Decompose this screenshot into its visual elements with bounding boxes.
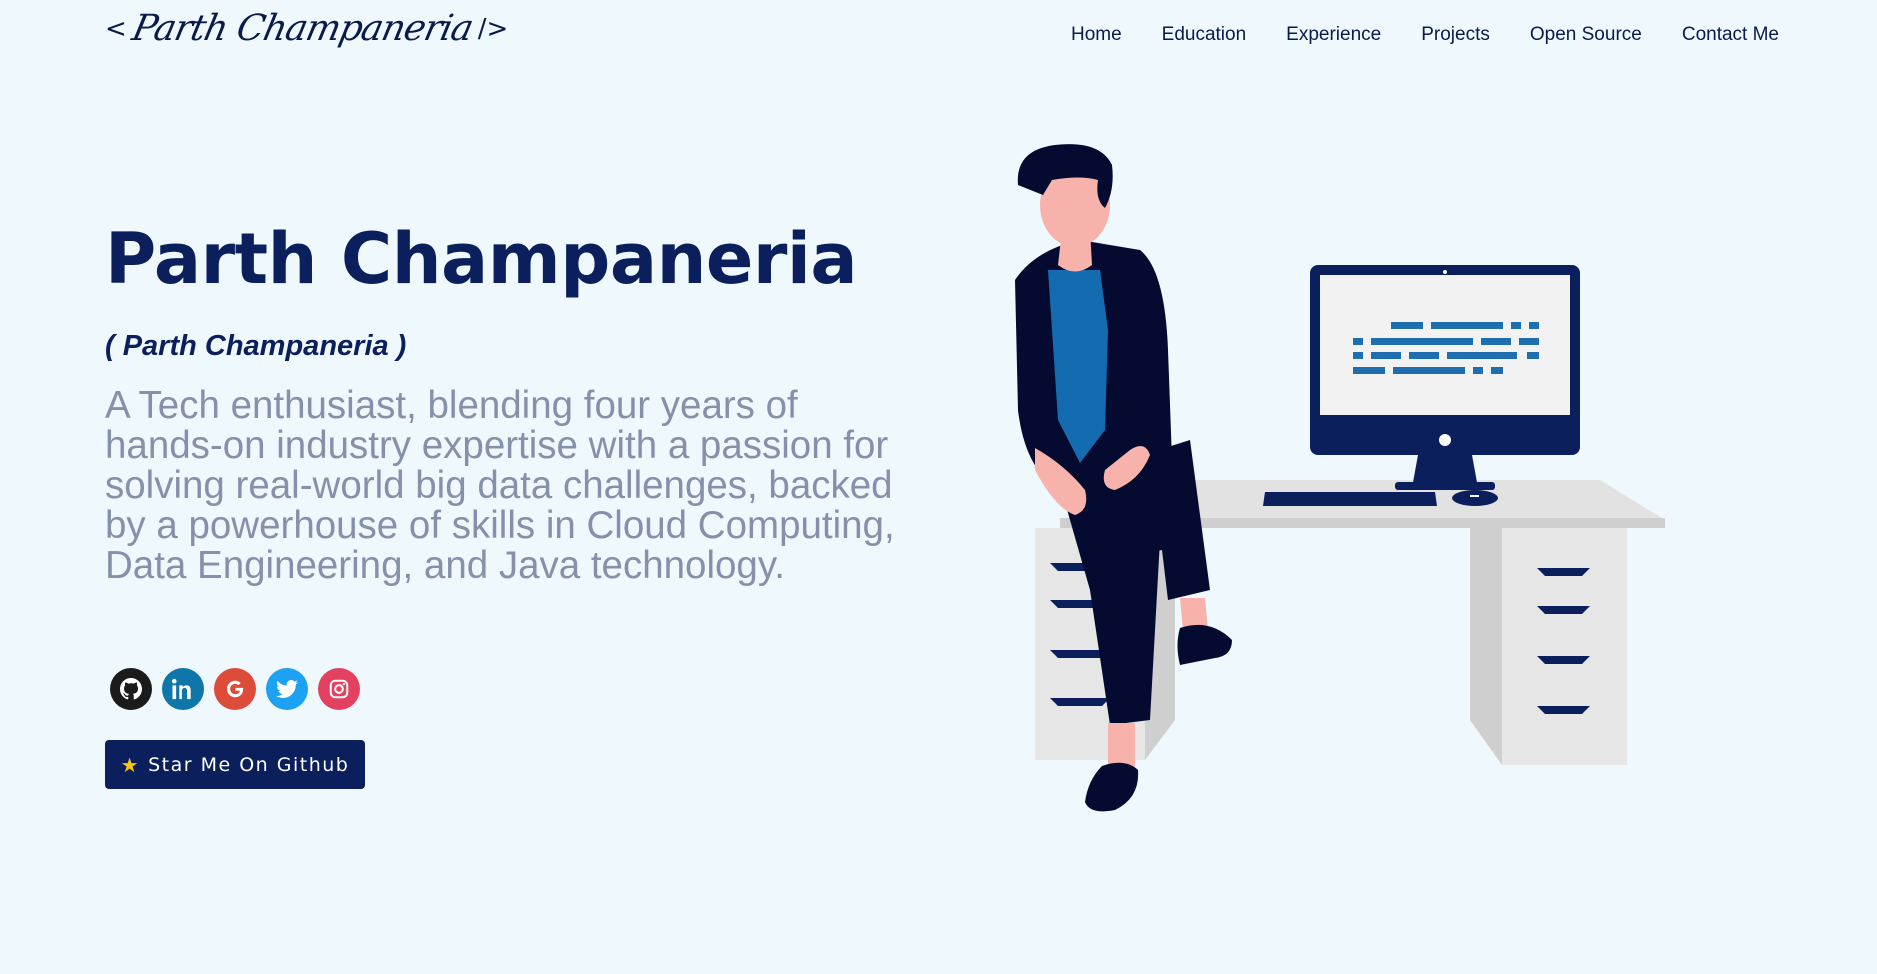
social-links — [110, 668, 360, 710]
logo-open-bracket: < — [105, 13, 127, 44]
nav-experience[interactable]: Experience — [1286, 24, 1381, 46]
google-icon — [226, 680, 244, 698]
twitter-link[interactable] — [266, 668, 308, 710]
linkedin-icon — [172, 678, 191, 700]
github-link[interactable] — [110, 668, 152, 710]
star-icon: ★ — [120, 752, 141, 777]
nav-open-source[interactable]: Open Source — [1530, 24, 1642, 46]
developer-desk-illustration — [1015, 144, 1665, 812]
logo-signature: Parth Champaneria — [128, 8, 477, 49]
main-nav: Home Education Experience Projects Open … — [1071, 24, 1779, 46]
hero-bio: A Tech enthusiast, blending four years o… — [105, 384, 895, 587]
linkedin-link[interactable] — [162, 668, 204, 710]
github-icon — [120, 678, 142, 700]
star-github-button[interactable]: ★ Star Me On Github — [105, 740, 365, 789]
google-link[interactable] — [214, 668, 256, 710]
portfolio-page: < Parth Champaneria /> Home Education Ex… — [0, 0, 1877, 974]
instagram-icon — [329, 679, 349, 699]
hero-subtitle: ( Parth Champaneria ) — [105, 330, 407, 362]
instagram-link[interactable] — [318, 668, 360, 710]
site-logo[interactable]: < Parth Champaneria /> — [105, 8, 508, 49]
nav-projects[interactable]: Projects — [1421, 24, 1490, 46]
twitter-icon — [276, 680, 298, 698]
nav-home[interactable]: Home — [1071, 24, 1122, 46]
nav-contact-me[interactable]: Contact Me — [1682, 24, 1779, 46]
star-github-label: Star Me On Github — [148, 753, 350, 776]
logo-close-bracket: /> — [477, 13, 509, 44]
nav-education[interactable]: Education — [1162, 24, 1247, 46]
hero-name: Parth Champaneria — [105, 218, 858, 300]
